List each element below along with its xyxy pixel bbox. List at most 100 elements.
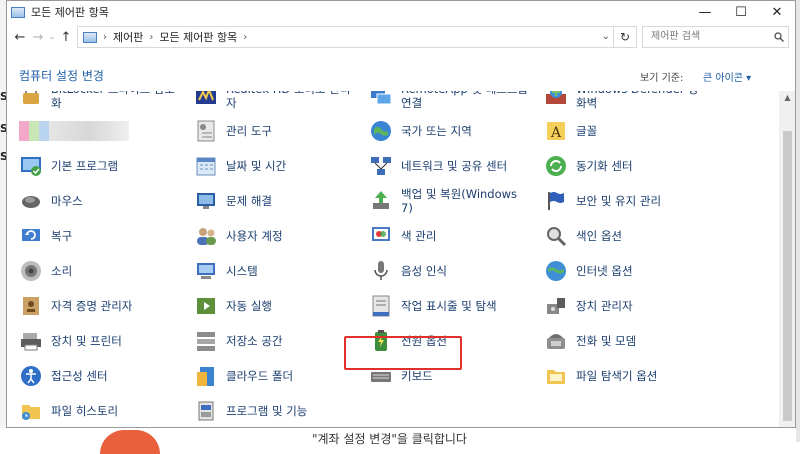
vertical-scrollbar[interactable]: ▲ [779,91,795,427]
item-label: 장치 관리자 [576,299,633,313]
address-bar[interactable]: › 제어판 › 모든 제어판 항목 › ⌄ ↻ [77,26,637,48]
content-header: 컴퓨터 설정 변경 보기 기준: 큰 아이콘 ▾ [7,51,795,91]
control-panel-item[interactable]: 소리 [7,254,179,288]
page-title: 컴퓨터 설정 변경 [19,69,104,83]
control-panel-item[interactable]: 문제 해결 [182,184,354,218]
item-label: 자격 증명 관리자 [51,299,133,313]
admin-tools-icon [197,120,215,142]
control-panel-item[interactable]: 장치 및 프린터 [7,324,179,358]
system-icon [197,263,215,279]
up-arrow-icon[interactable]: ↑ [57,25,75,49]
control-panel-item[interactable]: 자동 실행 [182,289,354,323]
title-bar[interactable]: 모든 제어판 항목 — ☐ ✕ [7,1,795,23]
control-panel-item[interactable]: 사용자 계정 [182,219,354,253]
storage-spaces-icon [197,332,215,351]
control-panel-item[interactable]: RemoteApp 및 데스크톱 연결 [357,91,529,113]
background-right-edge [796,0,800,442]
item-label: 백업 및 복원(Windows 7) [401,187,518,215]
view-by-dropdown[interactable]: 큰 아이콘 ▾ [703,69,751,84]
item-label: 글꼴 [576,124,598,138]
control-panel-item[interactable]: Realtek HD 오디오 관리자 [182,91,354,113]
control-panel-item[interactable]: 장치 관리자 [532,289,704,323]
scrollbar-thumb[interactable] [783,131,792,421]
item-label: Realtek HD 오디오 관리자 [226,91,350,110]
item-label: 복구 [51,229,73,243]
credential-icon [23,297,39,315]
taskbar-icon [372,295,390,317]
control-panel-item[interactable]: A 글꼴 [532,114,704,148]
scroll-up-icon[interactable]: ▲ [779,91,795,105]
indexing-icon [547,227,567,247]
item-label: 접근성 센터 [51,369,108,383]
forward-arrow-icon[interactable]: → [29,25,47,49]
control-panel-item[interactable]: 프로그램 및 기능 [182,394,354,427]
view-by-label: 보기 기준: [640,73,684,84]
control-panel-item[interactable]: 파일 히스토리 [7,394,179,427]
close-button[interactable]: ✕ [759,1,795,23]
breadcrumb-all-items[interactable]: 모든 제어판 항목 [159,29,237,45]
recent-dropdown-icon[interactable]: ⌄ [47,25,57,49]
mouse-icon [22,196,40,208]
control-panel-item[interactable]: 관리 도구 [182,114,354,148]
item-label: RemoteApp 및 데스크톱 연결 [401,91,528,110]
svg-text:A: A [550,125,562,141]
internet-options-icon [546,261,566,281]
autoplay-icon [197,298,215,314]
control-panel-item[interactable]: 전화 및 모뎀 [532,324,704,358]
control-panel-item[interactable]: 파일 탐색기 옵션 [532,359,704,393]
control-panel-item[interactable]: 자격 증명 관리자 [7,289,179,323]
window-title: 모든 제어판 항목 [31,6,109,19]
item-label: 프로그램 및 기능 [226,404,308,418]
control-panel-item[interactable]: 국가 또는 지역 [357,114,529,148]
sync-center-icon [546,156,566,176]
control-panel-item[interactable]: 색인 옵션 [532,219,704,253]
search-icon[interactable] [774,32,784,42]
chevron-right-icon[interactable]: › [103,32,107,43]
item-label: 관리 도구 [226,124,272,138]
control-panel-item[interactable]: 날짜 및 시간 [182,149,354,183]
control-panel-item[interactable]: BitLocker 드라이브 암호화 [7,91,179,113]
control-panel-item[interactable]: 네트워크 및 공유 센터 [357,149,529,183]
control-panel-item[interactable]: 마우스 [7,184,179,218]
control-panel-item[interactable] [7,114,179,148]
background-text: "계좌 설정 변경"을 클릭합니다 [312,432,467,446]
control-panel-item[interactable]: 복구 [7,219,179,253]
control-panel-item[interactable]: 기본 프로그램 [7,149,179,183]
control-panel-item[interactable]: 저장소 공간 [182,324,354,358]
sound-icon [21,261,41,281]
device-manager-icon [547,298,565,314]
control-panel-item[interactable]: 접근성 센터 [7,359,179,393]
item-label: 자동 실행 [226,299,272,313]
control-panel-item[interactable]: 작업 표시줄 및 탐색 [357,289,529,323]
item-label: 파일 탐색기 옵션 [576,369,658,383]
region-icon [371,121,391,141]
search-input[interactable]: 제어판 검색 [642,26,789,48]
control-panel-item[interactable]: 음성 인식 [357,254,529,288]
chevron-right-icon[interactable]: › [149,32,153,43]
maximize-button[interactable]: ☐ [723,1,759,23]
items-panel: BitLocker 드라이브 암호화 Realtek HD 오디오 관리자 Remo… [7,91,777,427]
network-icon [371,157,391,175]
item-label: 음성 인식 [401,264,447,278]
minimize-button[interactable]: — [687,1,723,23]
chevron-right-icon[interactable]: › [243,32,247,43]
troubleshoot-icon [197,193,215,209]
control-panel-item[interactable]: 동기화 센터 [532,149,704,183]
item-label: 저장소 공간 [226,334,283,348]
devices-printers-icon [21,333,41,351]
ease-of-access-icon [21,366,41,386]
chevron-down-icon[interactable]: ⌄ [602,31,610,42]
file-history-icon [22,405,40,420]
item-label: 사용자 계정 [226,229,283,243]
refresh-icon[interactable]: ↻ [613,27,636,47]
control-panel-item[interactable]: 인터넷 옵션 [532,254,704,288]
breadcrumb-control-panel[interactable]: 제어판 [113,29,143,45]
control-panel-item[interactable]: 시스템 [182,254,354,288]
control-panel-item[interactable]: 백업 및 복원(Windows 7) [357,184,529,218]
control-panel-item[interactable]: 색 관리 [357,219,529,253]
item-label: BitLocker 드라이브 암호화 [51,91,175,110]
control-panel-item[interactable]: 클라우드 폴더 [182,359,354,393]
control-panel-item[interactable]: 보안 및 유지 관리 [532,184,704,218]
back-arrow-icon[interactable]: ← [11,25,29,49]
control-panel-item[interactable]: Windows Defender 방화벽 [532,91,704,113]
